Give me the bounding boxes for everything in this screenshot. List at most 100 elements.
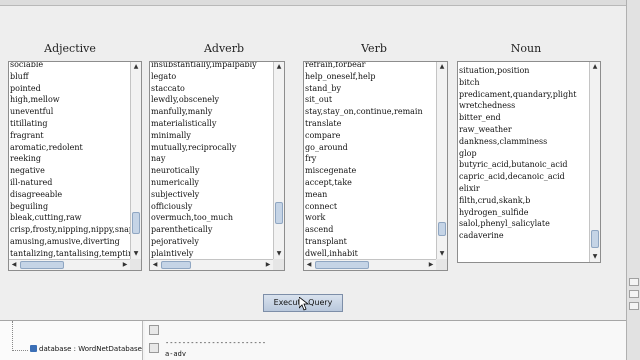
list-item[interactable]: numerically [150, 177, 273, 189]
list-item[interactable]: dankness,clamminess [458, 136, 589, 148]
scroll-thumb[interactable] [161, 261, 191, 269]
side-panel-button[interactable] [629, 302, 639, 310]
verb-list[interactable]: refrain,forbear help_oneself,help stand_… [303, 61, 448, 271]
list-item[interactable]: filth,crud,skank,b [458, 195, 589, 207]
list-item[interactable]: titillating [9, 118, 130, 130]
list-item[interactable]: crisp,frosty,nipping,nippy,snappy [9, 224, 130, 236]
list-item[interactable]: disagreeable [9, 189, 130, 201]
list-item[interactable]: bluff [9, 71, 130, 83]
list-item[interactable]: sit_out [304, 94, 436, 106]
scroll-left-icon[interactable]: ◀ [9, 260, 19, 270]
list-item[interactable]: amusing,amusive,diverting [9, 236, 130, 248]
list-item[interactable]: officiously [150, 201, 273, 213]
list-item[interactable]: materialistically [150, 118, 273, 130]
list-item[interactable]: parenthetically [150, 224, 273, 236]
list-item[interactable]: bitch [458, 77, 589, 89]
list-item[interactable]: connect [304, 201, 436, 213]
list-item[interactable]: situation,position [458, 65, 589, 77]
list-item[interactable]: ill-natured [9, 177, 130, 189]
list-item[interactable]: salol,phenyl_salicylate [458, 218, 589, 230]
list-item[interactable]: hydrogen_sulfide [458, 207, 589, 219]
scroll-thumb[interactable] [275, 202, 283, 224]
list-item[interactable]: work [304, 212, 436, 224]
list-item[interactable]: sociable [9, 62, 130, 71]
list-item[interactable]: transplant [304, 236, 436, 248]
scroll-up-icon[interactable]: ▲ [131, 62, 141, 72]
scroll-down-icon[interactable]: ▼ [590, 252, 600, 262]
list-item[interactable]: bleak,cutting,raw [9, 212, 130, 224]
list-item[interactable]: pejoratively [150, 236, 273, 248]
scroll-thumb[interactable] [438, 222, 446, 236]
scroll-right-icon[interactable]: ▶ [120, 260, 130, 270]
adjective-horizontal-scrollbar[interactable]: ◀ ▶ [9, 259, 130, 270]
scroll-left-icon[interactable]: ◀ [150, 260, 160, 270]
list-item[interactable]: fry [304, 153, 436, 165]
tree-node-database[interactable]: database : WordNetDatabase [30, 345, 142, 353]
list-item[interactable]: nay [150, 153, 273, 165]
list-item[interactable]: mean [304, 189, 436, 201]
adverb-vertical-scrollbar[interactable]: ▲ ▼ [273, 62, 284, 259]
scroll-left-icon[interactable]: ◀ [304, 260, 314, 270]
list-item[interactable]: capric_acid,decanoic_acid [458, 171, 589, 183]
list-item[interactable]: pointed [9, 83, 130, 95]
scroll-down-icon[interactable]: ▼ [437, 249, 447, 259]
list-item[interactable]: neurotically [150, 165, 273, 177]
side-panel-button[interactable] [629, 290, 639, 298]
list-item[interactable]: tantalizing,tantalising,tempting [9, 248, 130, 259]
scroll-up-icon[interactable]: ▲ [590, 62, 600, 72]
scroll-up-icon[interactable]: ▲ [274, 62, 284, 72]
list-item[interactable]: accept,take [304, 177, 436, 189]
scroll-thumb[interactable] [591, 230, 599, 248]
list-item[interactable]: negative [9, 165, 130, 177]
scroll-right-icon[interactable]: ▶ [263, 260, 273, 270]
list-item[interactable]: mutually,reciprocally [150, 142, 273, 154]
list-item[interactable]: dwell,inhabit [304, 248, 436, 259]
list-item[interactable]: lewdly,obscenely [150, 94, 273, 106]
list-item[interactable]: fragrant [9, 130, 130, 142]
list-item[interactable]: predicament,quandary,plight [458, 89, 589, 101]
list-item[interactable]: butyric_acid,butanoic_acid [458, 159, 589, 171]
noun-vertical-scrollbar[interactable]: ▲ ▼ [589, 62, 600, 262]
noun-list[interactable]: situation,position bitch predicament,qua… [457, 61, 601, 263]
list-item[interactable]: staccato [150, 83, 273, 95]
console-rerun-icon[interactable] [149, 325, 159, 335]
list-item[interactable]: help_oneself,help [304, 71, 436, 83]
list-item[interactable]: stand_by [304, 83, 436, 95]
list-item[interactable]: translate [304, 118, 436, 130]
adverb-horizontal-scrollbar[interactable]: ◀ ▶ [150, 259, 273, 270]
scroll-up-icon[interactable]: ▲ [437, 62, 447, 72]
list-item[interactable]: uneventful [9, 106, 130, 118]
side-panel-button[interactable] [629, 278, 639, 286]
verb-horizontal-scrollbar[interactable]: ◀ ▶ [304, 259, 436, 270]
list-item[interactable]: insubstantially,impalpably [150, 62, 273, 71]
scroll-thumb[interactable] [132, 212, 140, 234]
list-item[interactable]: legato [150, 71, 273, 83]
list-item[interactable]: glop [458, 148, 589, 160]
list-item[interactable]: stay,stay_on,continue,remain [304, 106, 436, 118]
list-item[interactable]: raw_weather [458, 124, 589, 136]
verb-vertical-scrollbar[interactable]: ▲ ▼ [436, 62, 447, 259]
adjective-list[interactable]: sociable bluff pointed high,mellow uneve… [8, 61, 142, 271]
list-item[interactable]: miscegenate [304, 165, 436, 177]
list-item[interactable]: ascend [304, 224, 436, 236]
list-item[interactable]: bitter_end [458, 112, 589, 124]
list-item[interactable]: high,mellow [9, 94, 130, 106]
scroll-thumb[interactable] [315, 261, 369, 269]
list-item[interactable]: elixir [458, 183, 589, 195]
scroll-thumb[interactable] [20, 261, 64, 269]
scroll-down-icon[interactable]: ▼ [274, 249, 284, 259]
list-item[interactable]: minimally [150, 130, 273, 142]
scroll-down-icon[interactable]: ▼ [131, 249, 141, 259]
list-item[interactable]: compare [304, 130, 436, 142]
list-item[interactable]: manfully,manly [150, 106, 273, 118]
list-item[interactable]: refrain,forbear [304, 62, 436, 71]
list-item[interactable]: reeking [9, 153, 130, 165]
list-item[interactable]: plaintively [150, 248, 273, 259]
list-item[interactable]: aromatic,redolent [9, 142, 130, 154]
list-item[interactable]: subjectively [150, 189, 273, 201]
list-item[interactable]: beguiling [9, 201, 130, 213]
list-item[interactable]: wretchedness [458, 100, 589, 112]
list-item[interactable]: overmuch,too_much [150, 212, 273, 224]
adverb-list[interactable]: insubstantially,impalpably legato stacca… [149, 61, 285, 271]
scroll-right-icon[interactable]: ▶ [426, 260, 436, 270]
